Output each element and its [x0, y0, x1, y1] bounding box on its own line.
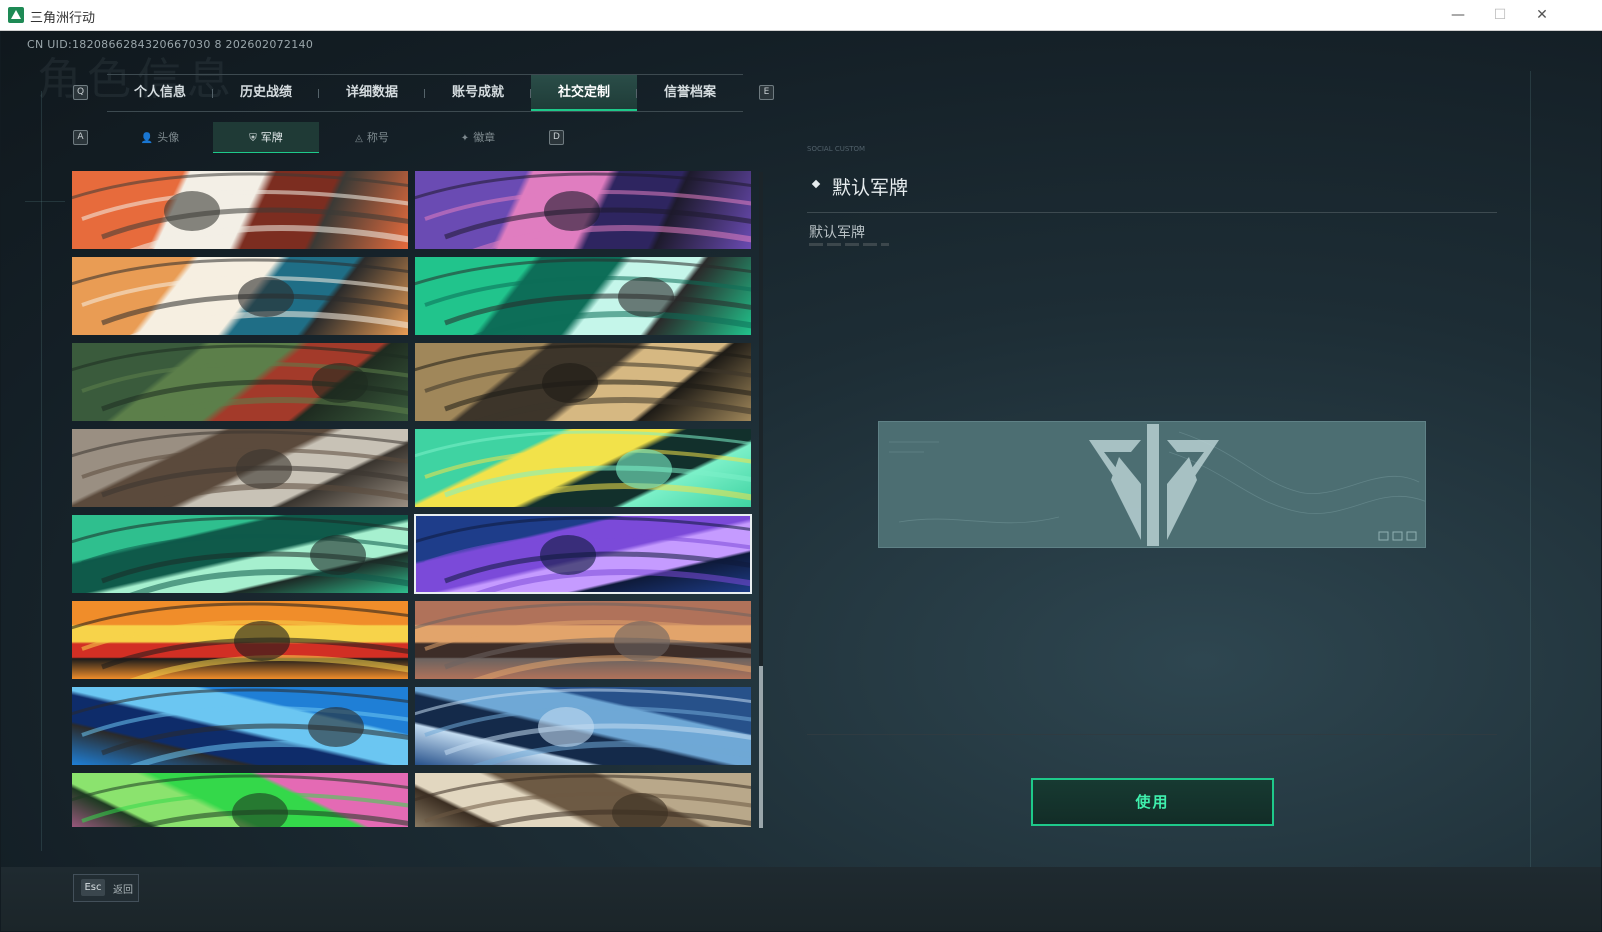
plate-art: [415, 516, 751, 593]
main-tab-bar: 个人信息 历史战绩 详细数据 账号成就 社交定制 信誉档案: [107, 74, 743, 112]
plate-7[interactable]: [72, 429, 408, 507]
footer-bar: [1, 867, 1601, 931]
subtab-icon: 👤: [140, 133, 154, 144]
plate-grid: [72, 171, 752, 827]
subtab-label: 头像: [157, 131, 180, 144]
subtab-1[interactable]: ⛨ 军牌: [213, 122, 319, 153]
plate-9[interactable]: [72, 515, 408, 593]
plate-3[interactable]: [72, 257, 408, 335]
detail-title: 默认军牌: [832, 177, 909, 199]
plate-art: [72, 430, 408, 507]
subtab-icon: ◬: [355, 133, 363, 144]
subtab-2[interactable]: ◬ 称号: [319, 122, 425, 153]
sub-tab-bar: 👤 头像 ⛨ 军牌 ◬ 称号 ✦ 徽章: [107, 122, 531, 153]
plate-10[interactable]: [414, 514, 752, 594]
plate-8[interactable]: [415, 429, 751, 507]
subtab-icon: ✦: [460, 133, 470, 144]
plate-art: [72, 688, 408, 765]
minimize-button[interactable]: —: [1448, 6, 1468, 24]
prev-subtab-key[interactable]: A: [73, 130, 88, 145]
plate-art: [72, 344, 408, 421]
detail-divider: [807, 212, 1497, 213]
prev-tab-key[interactable]: Q: [73, 85, 88, 100]
preview-art: [889, 424, 1425, 546]
plate-art: [415, 430, 751, 507]
maximize-button[interactable]: ☐: [1490, 6, 1510, 24]
plate-6[interactable]: [415, 343, 751, 421]
next-subtab-key[interactable]: D: [549, 130, 564, 145]
detail-subtitle: 默认军牌: [809, 225, 865, 241]
plate-1[interactable]: [72, 171, 408, 249]
delta-logo-icon: [1089, 424, 1219, 546]
subtab-0[interactable]: 👤 头像: [107, 122, 213, 153]
detail-bottom-divider: [807, 734, 1497, 735]
diamond-icon: [811, 179, 821, 189]
esc-key-hint: Esc: [81, 879, 105, 896]
plate-5[interactable]: [72, 343, 408, 421]
plate-13[interactable]: [72, 687, 408, 765]
title-bar: 三角洲行动 — ☐ ✕: [0, 0, 1602, 31]
plate-2[interactable]: [415, 171, 751, 249]
frame-line-left: [41, 91, 42, 851]
next-tab-key[interactable]: E: [759, 85, 774, 100]
plate-16[interactable]: [415, 773, 751, 827]
detail-placeholder-line: [809, 243, 889, 246]
back-label: 返回: [113, 885, 133, 896]
tab-2[interactable]: 详细数据: [319, 75, 425, 111]
use-button[interactable]: 使用: [1031, 778, 1274, 826]
plate-art: [415, 344, 751, 421]
plate-art: [72, 172, 408, 249]
game-viewport: 角色信息 CN UID:1820866284320667030 8 202602…: [1, 31, 1601, 931]
tab-4[interactable]: 社交定制: [531, 75, 637, 111]
subtab-label: 徽章: [473, 131, 496, 144]
plate-art: [415, 688, 751, 765]
window-title: 三角洲行动: [30, 11, 96, 26]
uid-label: CN UID:1820866284320667030 8 20260207214…: [27, 38, 314, 51]
tab-0[interactable]: 个人信息: [107, 75, 213, 111]
detail-caption: SOCIAL CUSTOM: [807, 145, 866, 153]
plate-12[interactable]: [415, 601, 751, 679]
frame-tick: [25, 201, 65, 202]
tab-1[interactable]: 历史战绩: [213, 75, 319, 111]
plate-15[interactable]: [72, 773, 408, 827]
plate-art: [415, 602, 751, 679]
subtab-3[interactable]: ✦ 徽章: [425, 122, 531, 153]
plate-4[interactable]: [415, 257, 751, 335]
plate-art: [72, 602, 408, 679]
plate-14[interactable]: [415, 687, 751, 765]
plate-art: [415, 172, 751, 249]
app-logo-icon: [8, 7, 24, 23]
plate-preview: [878, 421, 1426, 548]
plate-art: [415, 258, 751, 335]
plate-art: [72, 258, 408, 335]
subtab-icon: ⛨: [249, 133, 257, 144]
plate-11[interactable]: [72, 601, 408, 679]
plate-art: [72, 516, 408, 593]
subtab-label: 称号: [366, 131, 389, 144]
scrollbar-thumb[interactable]: [759, 666, 763, 828]
subtab-label: 军牌: [260, 131, 283, 144]
close-button[interactable]: ✕: [1532, 6, 1552, 24]
tab-3[interactable]: 账号成就: [425, 75, 531, 111]
tab-5[interactable]: 信誉档案: [637, 75, 743, 111]
plate-art: [72, 774, 408, 827]
plate-art: [415, 774, 751, 827]
app-window: 三角洲行动 — ☐ ✕ 角色信息 CN UID:1820866284320667…: [0, 0, 1602, 932]
frame-line-right: [1530, 71, 1531, 871]
